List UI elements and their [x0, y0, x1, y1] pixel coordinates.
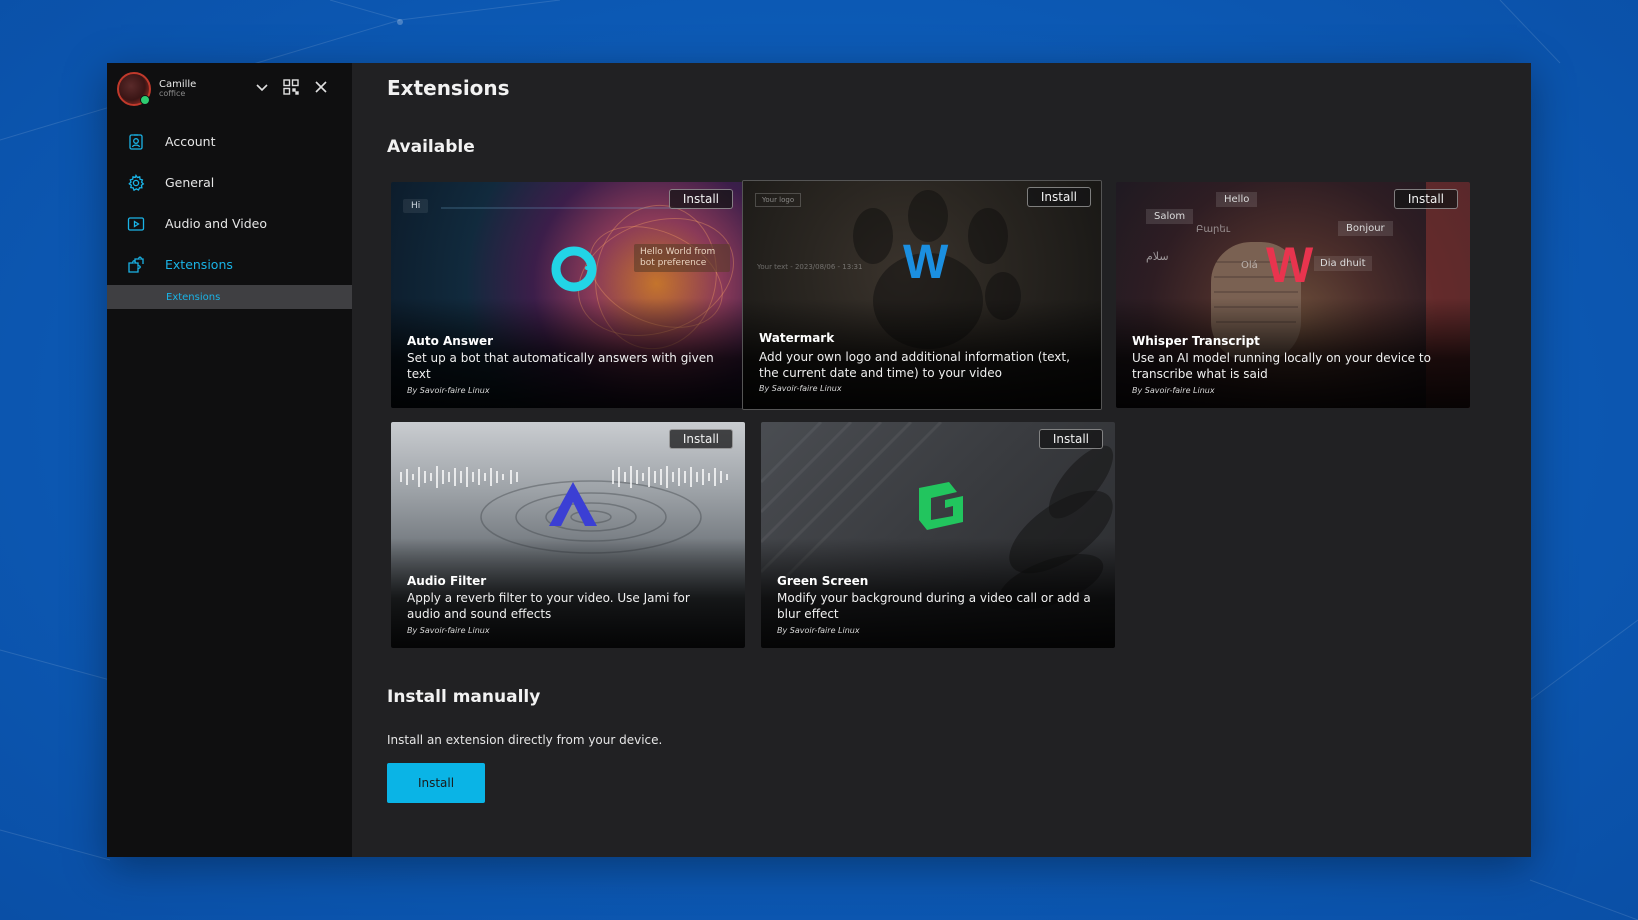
sidebar-item-general[interactable]: General	[107, 162, 352, 203]
settings-window: Camille coffice Account General Audio an…	[107, 63, 1531, 857]
extension-name: Audio Filter	[407, 574, 487, 588]
install-manually-button[interactable]: Install	[387, 763, 485, 803]
sidebar-item-label: General	[165, 175, 215, 190]
install-button[interactable]: Install	[668, 189, 733, 209]
extension-name: Whisper Transcript	[1132, 334, 1260, 348]
close-icon[interactable]	[311, 79, 331, 99]
sidebar-item-audio-video[interactable]: Audio and Video	[107, 203, 352, 244]
sidebar-item-label: Account	[165, 134, 216, 149]
extension-author: By Savoir-faire Linux	[1132, 386, 1215, 395]
sidebar-item-label: Audio and Video	[165, 216, 268, 231]
svg-text:W: W	[903, 236, 949, 289]
language-word: Dia dhuit	[1314, 256, 1372, 271]
account-header[interactable]: Camille coffice	[107, 63, 352, 115]
extension-card-audio-filter[interactable]: Install Audio Filter Apply a reverb filt…	[391, 422, 745, 648]
install-button[interactable]: Install	[1026, 187, 1091, 207]
install-manually-description: Install an extension directly from your …	[387, 733, 663, 747]
language-word: Olá	[1241, 260, 1258, 271]
install-button[interactable]: Install	[668, 429, 733, 449]
chevron-down-icon[interactable]	[252, 79, 272, 99]
watermark-logo-placeholder: Your logo	[755, 193, 802, 207]
puzzle-icon	[127, 255, 145, 274]
sidebar: Camille coffice Account General Audio an…	[107, 63, 352, 857]
extension-name: Auto Answer	[407, 334, 494, 348]
language-word: Բարեւ	[1196, 224, 1231, 235]
language-word: سلام	[1146, 250, 1169, 263]
extension-author: By Savoir-faire Linux	[777, 626, 860, 635]
gear-icon	[127, 173, 145, 192]
sidebar-item-extensions[interactable]: Extensions	[107, 244, 352, 285]
install-manually-title: Install manually	[387, 687, 541, 707]
watermark-text-sample: Your text - 2023/08/06 - 13:31	[757, 263, 863, 271]
extension-card-whisper-transcript[interactable]: W Salom Hello Bonjour Բարեւ سلام Olá Dia…	[1116, 182, 1470, 408]
sidebar-nav: Account General Audio and Video Extensio…	[107, 121, 352, 309]
account-badge-icon	[127, 133, 145, 151]
svg-text:W: W	[1266, 237, 1314, 293]
extension-description: Apply a reverb filter to your video. Use…	[407, 591, 690, 620]
sidebar-subitem-extensions[interactable]: Extensions	[107, 285, 352, 309]
page-title: Extensions	[387, 76, 510, 100]
extension-description: Modify your background during a video ca…	[777, 591, 1091, 620]
install-button[interactable]: Install	[1038, 429, 1103, 449]
available-section-title: Available	[387, 137, 475, 157]
extension-author: By Savoir-faire Linux	[407, 626, 490, 635]
extension-card-green-screen[interactable]: Install Green Screen Modify your backgro…	[761, 422, 1115, 648]
language-word: Bonjour	[1338, 221, 1393, 236]
language-word: Salom	[1146, 209, 1194, 224]
sidebar-item-account[interactable]: Account	[107, 121, 352, 162]
sidebar-item-label: Extensions	[165, 257, 233, 272]
extension-card-watermark[interactable]: W Your logo Your text - 2023/08/06 - 13:…	[742, 180, 1102, 410]
install-button[interactable]: Install	[1393, 189, 1458, 209]
extension-description: Set up a bot that automatically answers …	[407, 351, 714, 380]
hi-bubble: Hi	[403, 199, 429, 213]
video-play-icon	[127, 215, 145, 233]
extension-author: By Savoir-faire Linux	[759, 384, 842, 393]
extension-description: Add your own logo and additional informa…	[759, 350, 1070, 379]
language-word: Hello	[1216, 192, 1258, 207]
bot-reply-bubble: Hello World from bot preference	[634, 244, 730, 272]
extension-card-auto-answer[interactable]: Hi Hello World from bot preference Insta…	[391, 182, 745, 408]
extension-name: Watermark	[759, 331, 835, 345]
account-names: Camille coffice	[159, 79, 196, 99]
extension-description: Use an AI model running locally on your …	[1132, 351, 1431, 380]
main-panel: Extensions Available Hi Hello World from…	[352, 63, 1531, 857]
qr-code-icon[interactable]	[281, 79, 301, 99]
avatar[interactable]	[117, 72, 151, 106]
extension-name: Green Screen	[777, 574, 869, 588]
account-subtitle: coffice	[159, 89, 186, 99]
extension-author: By Savoir-faire Linux	[407, 386, 490, 395]
